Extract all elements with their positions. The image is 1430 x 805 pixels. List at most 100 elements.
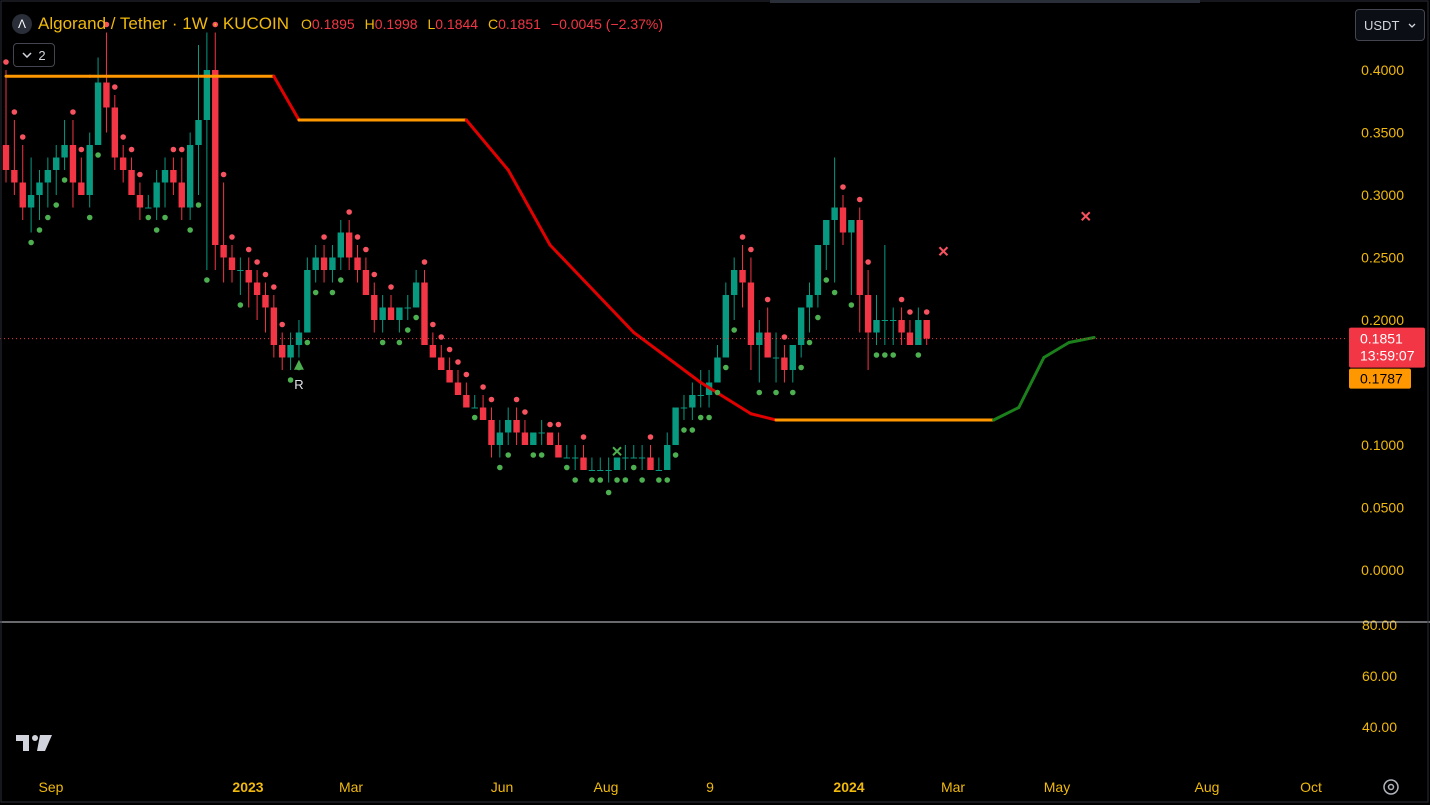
price-axis: 0.40000.35000.30000.25000.20000.15000.10… xyxy=(1349,62,1425,735)
trail-segment xyxy=(464,118,510,172)
candle-body xyxy=(588,470,596,471)
candle xyxy=(203,32,211,270)
candle xyxy=(479,395,487,420)
candle-body xyxy=(613,457,621,470)
ohlc-close-value: 0.1851 xyxy=(498,16,541,32)
current-price-value: 0.1851 xyxy=(1360,331,1403,347)
candle-body xyxy=(2,145,10,170)
sar-dot xyxy=(11,109,18,115)
candle-body xyxy=(362,270,370,295)
candle-body xyxy=(739,270,746,283)
sar-dot xyxy=(128,146,135,153)
candle-body xyxy=(178,182,185,208)
sar-dot xyxy=(229,234,235,240)
price-change: −0.0045 (−2.37%) xyxy=(550,16,664,32)
candle xyxy=(638,445,646,470)
candle xyxy=(404,295,411,320)
price-chart[interactable]: R 0.40000.35000.30000.25000.20000.15000.… xyxy=(0,0,1430,805)
candle xyxy=(781,345,788,383)
candle xyxy=(513,407,520,445)
sar-dot xyxy=(262,271,269,278)
candle xyxy=(36,170,43,220)
candle xyxy=(170,157,177,195)
candle xyxy=(212,32,219,270)
candle xyxy=(672,407,679,445)
candle-body xyxy=(764,332,771,358)
candle-body xyxy=(94,82,102,145)
candle xyxy=(756,320,763,383)
candle-body xyxy=(371,295,378,320)
sar-dot xyxy=(597,477,604,483)
candle-body xyxy=(722,295,730,358)
candle-body xyxy=(11,170,18,183)
tradingview-logo-icon[interactable] xyxy=(16,731,56,753)
candle-body xyxy=(253,282,261,295)
sar-dot xyxy=(823,277,830,283)
candle xyxy=(312,245,319,283)
sar-dot xyxy=(865,259,871,265)
candle-body xyxy=(580,457,587,470)
candle xyxy=(262,282,269,333)
sar-dot xyxy=(882,352,888,358)
sar-dot xyxy=(513,396,520,403)
candle xyxy=(739,245,746,308)
chart-frame: R 0.40000.35000.30000.25000.20000.15000.… xyxy=(0,0,1430,805)
symbol-title[interactable]: Algorand / Tether · 1W · KUCOIN xyxy=(38,14,289,34)
candle-body xyxy=(396,307,403,320)
sar-dot xyxy=(455,359,461,365)
sar-dot xyxy=(480,384,486,390)
candle xyxy=(906,320,914,345)
settings-gear-icon[interactable] xyxy=(1380,776,1402,798)
candle-body xyxy=(36,182,43,195)
sar-dot xyxy=(195,202,202,208)
sar-dot xyxy=(789,389,796,396)
sar-dots-group xyxy=(3,21,930,496)
candle xyxy=(186,132,194,220)
candle-body xyxy=(270,307,278,345)
time-tick-label: Aug xyxy=(1195,779,1220,795)
price-tick-label: 0.0500 xyxy=(1361,500,1404,516)
candle-body xyxy=(664,445,671,470)
candle xyxy=(839,195,847,245)
sar-dot xyxy=(848,302,855,308)
candle xyxy=(856,207,863,333)
candle xyxy=(237,257,244,295)
sar-dot xyxy=(915,352,922,358)
ohlc-high-key: H xyxy=(364,16,375,32)
sar-dot xyxy=(589,477,595,483)
sar-dot xyxy=(731,327,737,333)
sar-dot xyxy=(647,434,654,440)
candle xyxy=(454,370,462,395)
candle xyxy=(605,457,612,483)
candle-body xyxy=(412,282,420,308)
candle-body xyxy=(756,332,763,345)
candle-body xyxy=(212,70,219,245)
candle xyxy=(915,307,922,345)
candle xyxy=(864,270,872,370)
sar-dot xyxy=(781,334,788,340)
candle xyxy=(19,145,26,220)
price-tick-label: 0.1000 xyxy=(1361,437,1404,453)
sar-dot xyxy=(580,434,587,440)
candle xyxy=(253,270,261,320)
candle-body xyxy=(119,157,127,170)
candle-body xyxy=(69,145,77,183)
sar-dot xyxy=(112,84,118,90)
sar-dot xyxy=(471,414,478,421)
candle xyxy=(111,95,119,170)
candle-body xyxy=(153,182,160,208)
sar-dot xyxy=(764,296,771,303)
sar-dot xyxy=(664,477,671,483)
candle-body xyxy=(496,432,504,445)
candle xyxy=(797,307,805,358)
currency-select[interactable]: USDT xyxy=(1355,9,1425,41)
candle xyxy=(396,307,403,333)
candle xyxy=(304,257,311,333)
candle xyxy=(571,445,579,470)
collapse-indicators-button[interactable]: 2 xyxy=(13,43,55,67)
bar-countdown: 13:59:07 xyxy=(1360,348,1415,364)
candle-body xyxy=(471,407,478,409)
sar-dot xyxy=(45,214,51,221)
candle-body xyxy=(387,307,395,320)
candle-body xyxy=(463,395,470,408)
